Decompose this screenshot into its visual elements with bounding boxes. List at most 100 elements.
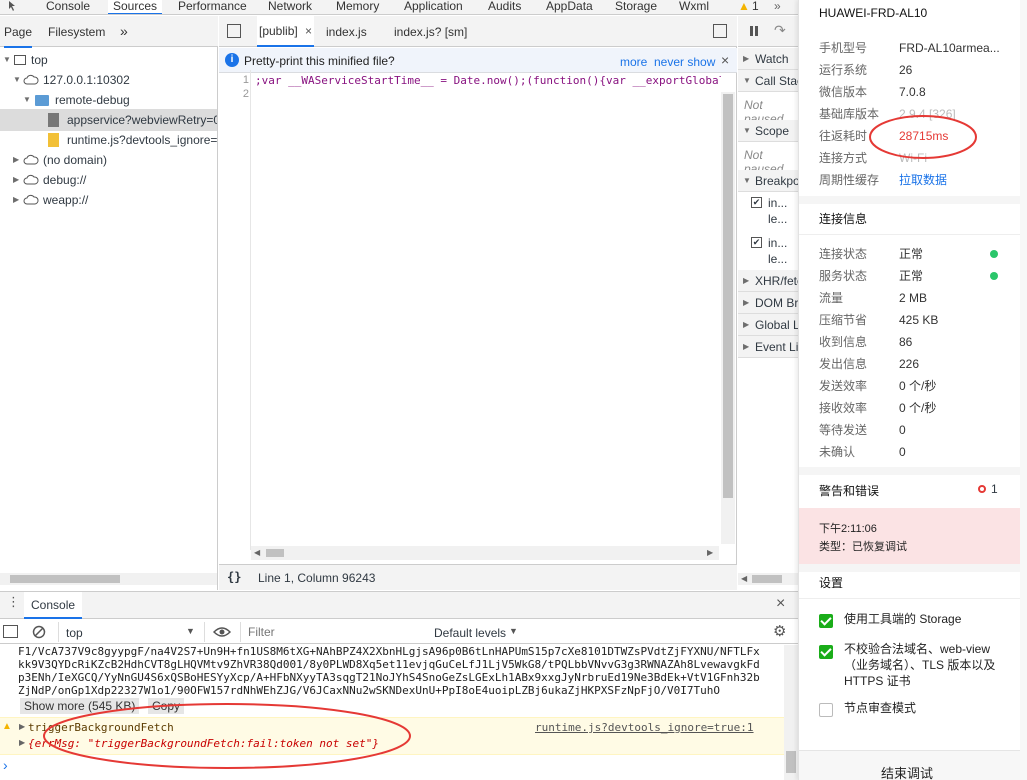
breakpoint-checkbox[interactable]: ✔ [751, 197, 762, 208]
warning-icon[interactable]: ▲ [738, 0, 750, 14]
section-watch[interactable]: ▶ Watch [738, 48, 798, 70]
toolbar-divider [204, 622, 205, 642]
toggle-navigator-icon[interactable] [227, 24, 241, 38]
close-tab-icon[interactable]: × [305, 24, 312, 38]
console-vscrollbar[interactable] [784, 645, 798, 780]
annotation-ellipse-console [43, 703, 411, 769]
tree-item-label: weapp:// [43, 193, 89, 207]
editor-tab-indexjs-sm[interactable]: index.js? [sm] [394, 25, 467, 39]
tree-item-nodomain[interactable]: ▶ (no domain) [0, 150, 217, 170]
tree-item-debug[interactable]: ▶ debug:// [0, 170, 217, 190]
breakpoint-checkbox[interactable]: ✔ [751, 237, 762, 248]
context-selector[interactable]: top ▼ [62, 622, 198, 642]
tab-audits[interactable]: Audits [488, 0, 521, 14]
inspect-icon[interactable] [8, 0, 20, 14]
scroll-right-icon[interactable]: ▶ [707, 548, 713, 557]
infobar-more-link[interactable]: more [620, 55, 647, 69]
close-infobar-icon[interactable]: × [721, 52, 729, 68]
tab-console[interactable]: Console [46, 0, 90, 14]
scrollbar-thumb[interactable] [10, 575, 120, 583]
editor-tab-publib[interactable]: [publib] × [257, 16, 315, 47]
console-settings-gear-icon[interactable]: ⚙ [773, 622, 786, 640]
scrollbar-thumb[interactable] [723, 94, 733, 498]
section-event-listeners[interactable]: ▶ Event Listener [738, 336, 798, 358]
console-filter-input[interactable] [248, 623, 418, 641]
navigator-hscrollbar[interactable] [0, 573, 217, 585]
debugger-hscrollbar[interactable]: ◀ [738, 573, 798, 585]
drawer-tab-console[interactable]: Console [24, 592, 83, 619]
checkbox-label: 使用工具端的 Storage [844, 612, 962, 626]
tab-filesystem[interactable]: Filesystem [48, 25, 105, 39]
more-tabs-icon[interactable]: » [774, 0, 781, 14]
conn-key: 发出信息 [819, 357, 868, 371]
end-debug-button[interactable]: 结束调试 [799, 750, 1021, 780]
pretty-print-button[interactable]: {} [227, 570, 241, 584]
warning-source-link[interactable]: runtime.js?devtools_ignore=true:1 [535, 721, 754, 734]
scrollbar-thumb[interactable] [266, 549, 284, 557]
tree-item-top[interactable]: ▼ top [0, 50, 217, 70]
scrollbar-thumb[interactable] [752, 575, 782, 583]
section-xhr[interactable]: ▶ XHR/fetch [738, 270, 798, 292]
infobar-never-show-link[interactable]: never show [654, 55, 715, 69]
scrollbar-thumb[interactable] [786, 751, 796, 773]
expand-right-icon: ▶ [13, 155, 20, 164]
tab-sources[interactable]: Sources [108, 0, 163, 14]
collapsed-icon: ▶ [743, 298, 750, 307]
drawer-menu-icon[interactable]: ⋮ [7, 595, 20, 608]
scroll-left-icon[interactable]: ◀ [741, 574, 747, 583]
conn-key: 收到信息 [819, 335, 868, 349]
editor-tab-indexjs[interactable]: index.js [326, 25, 367, 39]
pause-icon[interactable] [750, 26, 753, 36]
expand-right-icon[interactable]: ▶ [19, 738, 25, 747]
eye-icon[interactable] [213, 626, 231, 638]
breakpoint-text: le... [768, 252, 788, 266]
tab-page[interactable]: Page [4, 25, 33, 48]
pull-data-link[interactable]: 拉取数据 [899, 169, 947, 191]
close-drawer-icon[interactable]: × [776, 595, 785, 613]
conn-value: 86 [899, 335, 913, 349]
skip-domain-check-checkbox[interactable] [819, 645, 833, 659]
section-callstack[interactable]: ▼ Call Stack [738, 70, 798, 92]
status-ok-dot [990, 272, 998, 280]
info-row: 微信版本 7.0.8 [819, 81, 1009, 103]
section-global-listeners[interactable]: ▶ Global Listeners [738, 314, 798, 336]
sidebar-toggle-icon[interactable] [3, 625, 18, 638]
clear-console-icon[interactable] [32, 625, 46, 639]
tab-application[interactable]: Application [404, 0, 463, 14]
section-scope[interactable]: ▼ Scope [738, 120, 798, 142]
section-dom-breakpoints[interactable]: ▶ DOM Breakpoints [738, 292, 798, 314]
section-divider [799, 467, 1021, 475]
tree-item-file[interactable]: runtime.js?devtools_ignore= [0, 130, 217, 150]
node-inspect-checkbox[interactable] [819, 703, 833, 717]
code-area[interactable]: 1 2 ;var __WAServiceStartTime__ = Date.n… [219, 70, 721, 550]
step-over-icon[interactable]: ↷ [774, 22, 786, 39]
tree-item-folder[interactable]: ▼ remote-debug [0, 90, 217, 110]
collapsed-icon: ▶ [743, 276, 750, 285]
scroll-left-icon[interactable]: ◀ [254, 548, 260, 557]
devtools-main-tabbar: Console Sources Performance Network Memo… [0, 0, 798, 15]
expand-right-icon[interactable]: ▶ [19, 722, 25, 731]
console-prompt[interactable]: › [3, 757, 8, 773]
toggle-debugger-icon[interactable] [713, 24, 727, 38]
navigator-more-icon[interactable]: » [120, 23, 128, 39]
tree-item-file-selected[interactable]: appservice?webviewRetry=0& [0, 109, 217, 131]
section-breakpoints[interactable]: ▼ Breakpoints [738, 170, 798, 192]
pretty-print-infobar: i Pretty-print this minified file? more … [219, 48, 737, 73]
source-editor: [publib] × index.js index.js? [sm] i Pre… [219, 16, 737, 590]
editor-hscrollbar[interactable]: ◀ ▶ [251, 546, 719, 560]
tab-network[interactable]: Network [268, 0, 312, 14]
tree-item-host[interactable]: ▼ 127.0.0.1:10302 [0, 70, 217, 90]
use-storage-checkbox[interactable] [819, 614, 833, 628]
remote-debug-panel: HUAWEI-FRD-AL10 手机型号 FRD-AL10armea... 运行… [798, 0, 1021, 780]
pause-icon[interactable] [755, 26, 758, 36]
tab-storage[interactable]: Storage [615, 0, 657, 14]
log-levels-dropdown[interactable]: Default levels ▼ [430, 622, 530, 642]
warning-icon: ▲ [2, 721, 12, 732]
tree-item-weapp[interactable]: ▶ weapp:// [0, 190, 217, 210]
tab-performance[interactable]: Performance [178, 0, 247, 14]
tab-appdata[interactable]: AppData [546, 0, 593, 14]
tab-wxml[interactable]: Wxml [679, 0, 709, 14]
editor-vscrollbar[interactable] [721, 92, 735, 544]
tree-item-label: (no domain) [43, 153, 108, 167]
tab-memory[interactable]: Memory [336, 0, 379, 14]
